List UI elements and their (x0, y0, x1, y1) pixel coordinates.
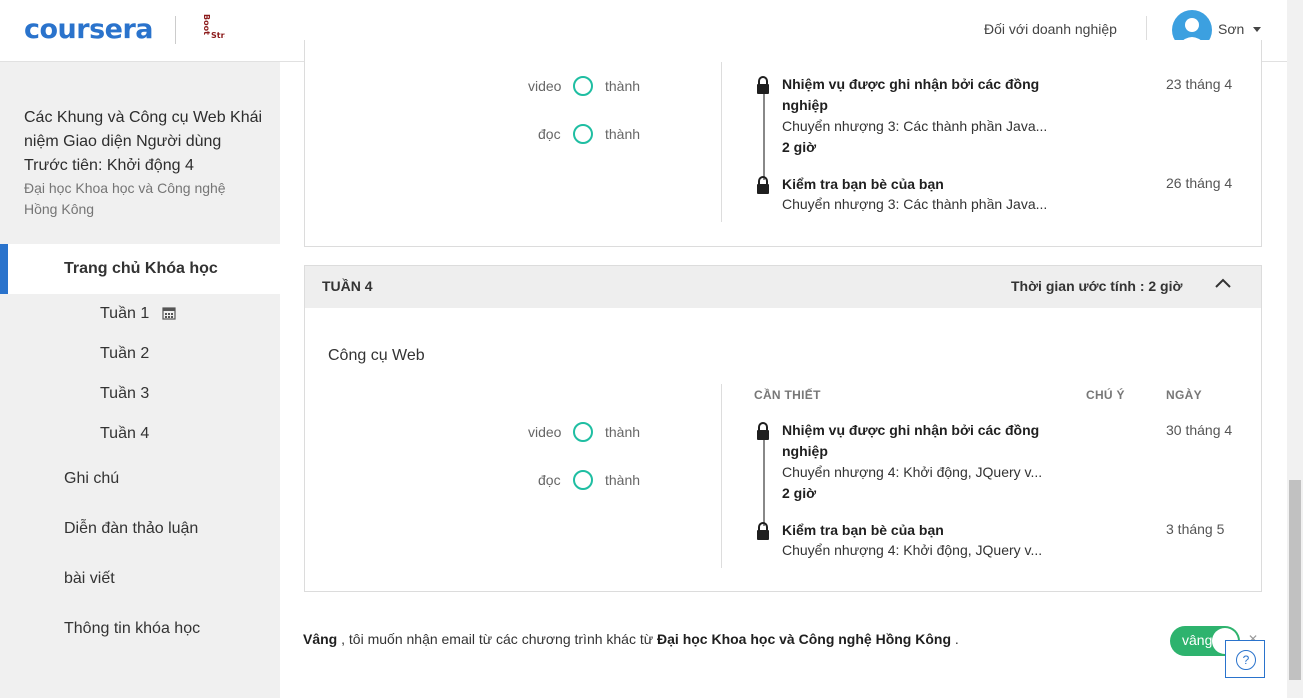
consent-yes: Vâng (303, 631, 338, 647)
sidebar-item-week-4[interactable]: Tuần 4 (100, 425, 149, 443)
email-consent-text: Vâng , tôi muốn nhận email từ các chương… (303, 631, 959, 647)
user-name[interactable]: Sơn (1218, 21, 1244, 37)
assignment-title[interactable]: Nhiệm vụ được ghi nhận bởi các đồng nghi… (782, 74, 1062, 116)
progress-ring-icon (573, 124, 593, 144)
column-header-date: NGÀY (1166, 388, 1202, 402)
sidebar-item-home[interactable]: Trang chủ Khóa học (0, 244, 280, 294)
lock-icon (757, 522, 769, 540)
consent-body: , tôi muốn nhận email từ các chương trìn… (341, 631, 654, 647)
progress-label-video: video (528, 424, 562, 440)
timeline-line (763, 436, 765, 526)
chevron-down-icon[interactable] (1253, 27, 1261, 32)
progress-label-video: video (528, 78, 562, 94)
consent-period: . (954, 631, 959, 647)
help-icon: ? (1236, 650, 1256, 670)
timeline-line (763, 90, 765, 180)
sidebar-item-week-3[interactable]: Tuần 3 (100, 385, 149, 403)
help-button[interactable]: ? (1225, 640, 1265, 678)
assignment-title[interactable]: Nhiệm vụ được ghi nhận bởi các đồng nghi… (782, 420, 1062, 462)
svg-text:Boot: Boot (202, 14, 211, 35)
assignment-subtitle: Chuyển nhượng 4: Khởi động, JQuery v... (782, 464, 1043, 480)
bootstrap-partner-logo: Boot Strap (202, 14, 225, 40)
progress-ring-icon (573, 470, 593, 490)
column-header-note: CHÚ Ý (1086, 388, 1125, 402)
peer-review-date: 26 tháng 4 (1166, 175, 1233, 191)
assignment-duration: 2 giờ (782, 139, 817, 155)
progress-status: thành (605, 472, 641, 488)
week-4-estimate: Thời gian ước tính : 2 giờ (1011, 278, 1183, 294)
module-title: Công cụ Web (328, 347, 425, 364)
sidebar-item-notes[interactable]: Ghi chú (64, 470, 119, 488)
lock-icon (757, 76, 769, 94)
assignment-date: 23 tháng 4 (1166, 76, 1233, 92)
week-4-header[interactable]: TUẦN 4 Thời gian ước tính : 2 giờ (304, 265, 1262, 309)
course-university: Đại học Khoa học và Công nghệ Hồng Kông (24, 180, 226, 217)
consent-university: Đại học Khoa học và Công nghệ Hồng Kông (657, 631, 952, 647)
column-divider (721, 62, 722, 222)
active-indicator (0, 244, 8, 294)
progress-ring-icon (573, 76, 593, 96)
svg-text:Strap: Strap (211, 31, 225, 40)
toggle-label: vâng (1182, 632, 1213, 648)
sidebar-item-articles[interactable]: bài viết (64, 570, 115, 588)
column-header-required: CẦN THIẾT (754, 388, 821, 402)
calendar-icon (162, 307, 176, 320)
header-divider (175, 16, 176, 44)
scrollbar-thumb[interactable] (1289, 480, 1301, 680)
week-4-label: TUẦN 4 (322, 278, 373, 294)
coursera-logo[interactable]: coursera (24, 14, 154, 45)
peer-review-subtitle: Chuyển nhượng 4: Khởi động, JQuery v... (782, 542, 1043, 558)
column-divider (721, 384, 722, 568)
lock-icon (757, 422, 769, 440)
assignment-subtitle: Chuyển nhượng 3: Các thành phần Java... (782, 118, 1048, 134)
chevron-up-icon[interactable] (1214, 277, 1232, 289)
progress-label-reading: đọc (538, 126, 561, 142)
sidebar: Các Khung và Công cụ Web Khái niệm Giao … (0, 62, 280, 698)
progress-status: thành (605, 126, 641, 142)
business-link[interactable]: Đối với doanh nghiệp (984, 21, 1117, 37)
sidebar-item-week-2[interactable]: Tuần 2 (100, 345, 149, 363)
progress-label-reading: đọc (538, 472, 561, 488)
course-title[interactable]: Các Khung và Công cụ Web Khái niệm Giao … (24, 106, 264, 178)
sidebar-item-info[interactable]: Thông tin khóa học (64, 620, 200, 638)
lock-icon (757, 176, 769, 194)
sidebar-item-label: Trang chủ Khóa học (64, 260, 218, 277)
peer-review-title[interactable]: Kiểm tra bạn bè của bạn (782, 174, 944, 195)
peer-review-title[interactable]: Kiểm tra bạn bè của bạn (782, 520, 944, 541)
progress-ring-icon (573, 422, 593, 442)
sidebar-item-week-1[interactable]: Tuần 1 (100, 305, 149, 323)
assignment-date: 30 tháng 4 (1166, 422, 1233, 438)
assignment-duration: 2 giờ (782, 485, 817, 501)
sidebar-item-forums[interactable]: Diễn đàn thảo luận (64, 520, 198, 538)
peer-review-subtitle: Chuyển nhượng 3: Các thành phần Java... (782, 196, 1048, 212)
peer-review-date: 3 tháng 5 (1166, 521, 1225, 537)
progress-status: thành (605, 78, 641, 94)
progress-status: thành (605, 424, 641, 440)
